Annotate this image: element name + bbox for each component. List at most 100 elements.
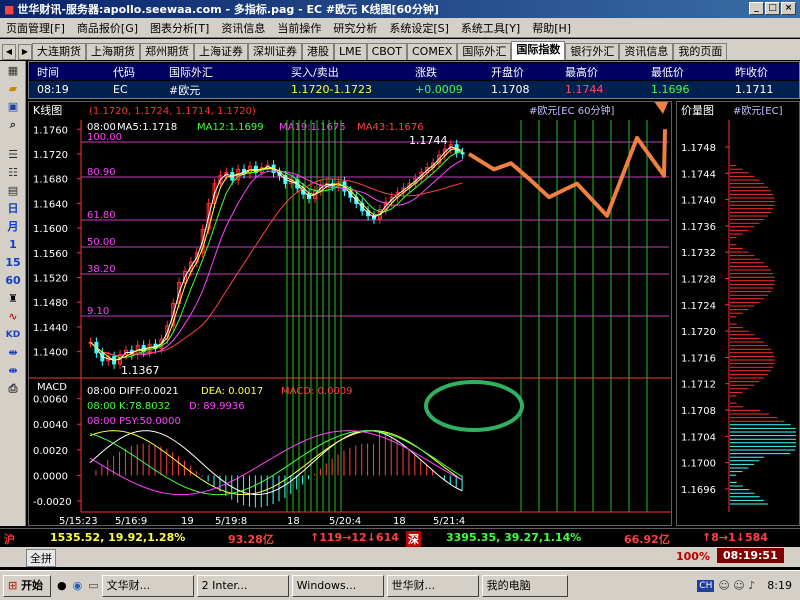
menu-item[interactable]: 系统工具[Y] — [455, 20, 526, 36]
quote-value: 1.1708 — [491, 83, 530, 96]
menu-item[interactable]: 页面管理[F] — [0, 20, 71, 36]
period-button[interactable]: 月 — [3, 219, 23, 235]
quicklaunch-qq-icon[interactable]: ● — [57, 579, 67, 592]
macd-y-tick-label: 0.0040 — [33, 420, 68, 431]
x-tick-label: 5/19:8 — [215, 516, 247, 525]
folder-icon[interactable]: ▰ — [3, 81, 23, 97]
taskbar-window-button[interactable]: 文华财... — [101, 574, 194, 597]
quote-header: 代码 — [113, 65, 135, 79]
kline-chart[interactable]: K线图 (1.1720, 1.1724, 1.1714, 1.1720) #欧元[E… — [29, 100, 671, 527]
ime-button[interactable]: 全拼 — [26, 549, 56, 567]
quote-value: EC — [113, 83, 128, 96]
windows-taskbar: ⊞ 开始 ● ◉ ▭ 文华财... 2 Inter... Windows... 世华财… — [0, 570, 800, 600]
ma12-label: MA12:1.1699 — [197, 122, 264, 133]
volume-price-label: 1.1744 — [681, 169, 716, 180]
menu-item[interactable]: 研究分析 — [327, 20, 383, 36]
y-tick-label: 1.1480 — [33, 298, 68, 309]
quicklaunch-desktop-icon[interactable]: ▭ — [88, 579, 98, 592]
period-button[interactable]: 15 — [3, 255, 23, 271]
split-icon[interactable]: ⇹ — [3, 345, 23, 361]
sz-index-value: 3395.35, 39.27,1.14% — [446, 531, 582, 544]
ma5-label: MA5:1.1718 — [117, 122, 177, 133]
market-tab[interactable]: 郑州期货 — [140, 43, 194, 60]
indicator-icon[interactable]: ∿ — [3, 309, 23, 325]
volume-price-label: 1.1696 — [681, 485, 716, 496]
market-tab[interactable]: 上海期货 — [86, 43, 140, 60]
save-icon[interactable]: ▣ — [3, 99, 23, 115]
merge-icon[interactable]: ⇼ — [3, 363, 23, 379]
zoom-icon[interactable]: ⌕ — [3, 117, 23, 133]
volume-price-panel[interactable]: 价量图 #欧元[EC] 1.1748 1.1744 1.1740 1.1736 1.1732… — [676, 101, 800, 526]
taskbar-window-button[interactable]: Windows... — [291, 574, 384, 597]
menu-item[interactable]: 帮助[H] — [526, 20, 577, 36]
moving-average-line — [90, 178, 463, 356]
start-button[interactable]: ⊞ 开始 — [3, 574, 51, 597]
market-tab[interactable]: 大连期货 — [32, 43, 86, 60]
market-tab[interactable]: COMEX — [407, 43, 458, 60]
kline-chart-panel[interactable]: K线图 (1.1720, 1.1724, 1.1714, 1.1720) #欧元[E… — [28, 100, 672, 527]
menu-item[interactable]: 当前操作 — [271, 20, 327, 36]
market-tab[interactable]: 我的页面 — [673, 43, 728, 60]
sz-amount: 66.92亿 — [624, 533, 670, 546]
quicklaunch-media-icon[interactable]: ◉ — [73, 579, 83, 592]
tab-scroll-left-icon[interactable]: ◀ — [2, 44, 16, 60]
volume-code: #欧元[EC] — [733, 105, 783, 117]
market-tab[interactable]: 资讯信息 — [619, 43, 674, 60]
taskbar-window-button[interactable]: 我的电脑 — [481, 574, 568, 597]
grid-icon[interactable]: ▦ — [3, 63, 23, 79]
print-icon[interactable]: ⎙ — [3, 381, 23, 397]
high-label: 1.1744 — [409, 134, 448, 147]
volume-price-label: 1.1712 — [681, 380, 716, 391]
sh-amount: 93.28亿 — [228, 533, 274, 546]
x-tick-label: 5/15:23 — [59, 516, 98, 525]
sh-breadth: ↑119→12↓614 — [310, 531, 399, 544]
quote-value: 08:19 — [37, 83, 69, 96]
menu-item[interactable]: 图表分析[T] — [144, 20, 215, 36]
period-button[interactable]: 日 — [3, 201, 23, 217]
projection-arrowhead — [653, 100, 669, 114]
macd-y-tick-label: 0.0020 — [33, 446, 68, 457]
market-tab[interactable]: CBOT — [366, 43, 407, 60]
market-tab[interactable]: 国际指数 — [511, 41, 566, 60]
taskbar-window-button[interactable]: 2 Inter... — [196, 574, 289, 597]
minimize-button[interactable]: _ — [749, 2, 764, 15]
y-tick-label: 1.1760 — [33, 125, 68, 136]
taskbar-clock: 8:19 — [767, 579, 792, 592]
volume-price-label: 1.1700 — [681, 459, 716, 470]
volume-price-label: 1.1704 — [681, 432, 716, 443]
table-icon[interactable]: ☷ — [3, 165, 23, 181]
macd-y-tick-label: 0.0060 — [33, 395, 68, 406]
period-button[interactable]: 1 — [3, 237, 23, 253]
volume-price-chart: 价量图 #欧元[EC] 1.1748 1.1744 1.1740 1.1736 1.1732… — [681, 104, 796, 512]
window-icon[interactable]: ▤ — [3, 183, 23, 199]
kdj-k-label: 08:00 K:78.8032 — [87, 401, 170, 412]
y-tick-label: 1.1400 — [33, 348, 68, 359]
quote-header-row: 时间 代码 国际外汇 买入/卖出 涨跌 开盘价 最高价 最低价 昨收价 — [29, 63, 799, 80]
y-tick-label: 1.1720 — [33, 150, 68, 161]
tray-icons[interactable]: ☺ ☺ ♪ — [718, 579, 755, 592]
close-button[interactable]: × — [781, 2, 796, 15]
period-button[interactable]: 60 — [3, 273, 23, 289]
macd-y-tick-label: 0.0000 — [33, 471, 68, 482]
menu-item[interactable]: 商品报价[G] — [71, 20, 144, 36]
binocular-icon[interactable]: ♜ — [3, 291, 23, 307]
tray-ime-icon[interactable]: CH — [697, 579, 715, 592]
menu-item[interactable]: 系统设定[S] — [383, 20, 455, 36]
window-title: 世华财讯-服务器:apollo.seewaa.com - 多指标.pag - E… — [17, 3, 439, 16]
market-tab[interactable]: 国际外汇 — [457, 43, 512, 60]
maximize-button[interactable]: □ — [765, 2, 780, 15]
market-tab-bar: ◀ ▶ 大连期货 上海期货 郑州期货 上海证券 深圳证券 港股 LME CBOT COMEX 国际… — [0, 39, 800, 60]
quote-value-row[interactable]: 08:19 EC #欧元 1.1720-1.1723 +0.0009 1.1708 1.17… — [29, 81, 799, 98]
market-tab[interactable]: 深圳证券 — [248, 43, 302, 60]
market-tab[interactable]: 银行外汇 — [565, 43, 620, 60]
volume-price-label: 1.1708 — [681, 406, 716, 417]
market-tab[interactable]: LME — [334, 43, 367, 60]
quote-header: 买入/卖出 — [291, 65, 339, 79]
tab-scroll-right-icon[interactable]: ▶ — [18, 44, 32, 60]
market-tab[interactable]: 上海证券 — [194, 43, 248, 60]
market-tab[interactable]: 港股 — [302, 43, 334, 60]
kdj-icon[interactable]: KD — [3, 327, 23, 343]
list-icon[interactable]: ☰ — [3, 147, 23, 163]
taskbar-window-button[interactable]: 世华财... — [386, 574, 479, 597]
menu-item[interactable]: 资讯信息 — [215, 20, 271, 36]
